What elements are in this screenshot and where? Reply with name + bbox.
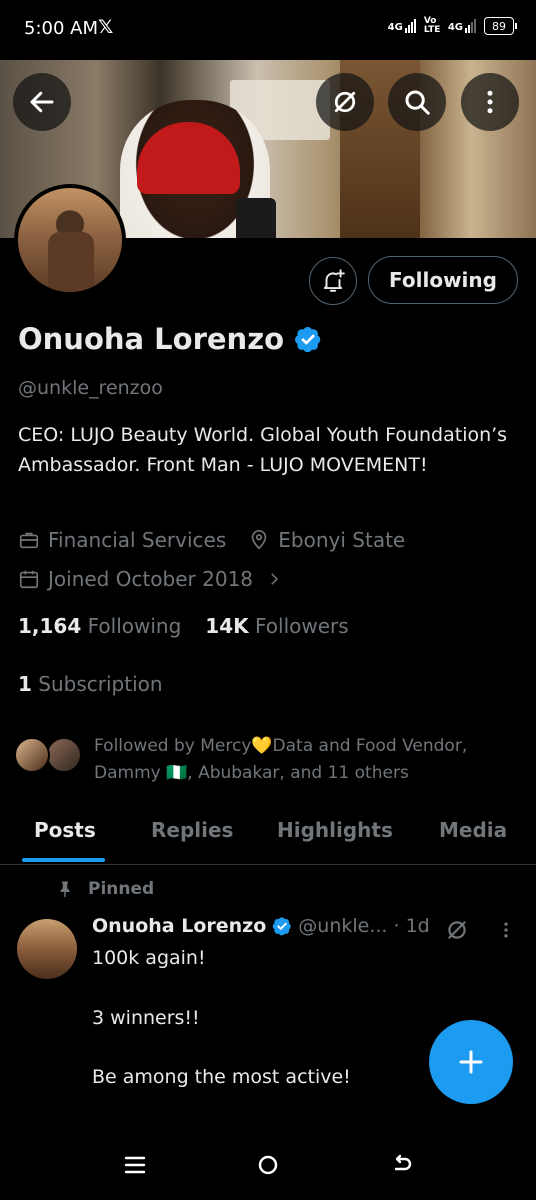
- post-text-line: 100k again!: [92, 947, 206, 969]
- grok-button[interactable]: [316, 73, 374, 131]
- plus-icon: [459, 1050, 483, 1074]
- grok-icon: [448, 921, 466, 939]
- follow-counts: 1,164 Following 14K Followers: [18, 614, 349, 638]
- verified-badge-icon[interactable]: [294, 325, 322, 353]
- briefcase-icon: [19, 532, 39, 549]
- volte-icon: Vo LTE: [423, 16, 441, 35]
- compose-post-button[interactable]: [429, 1020, 513, 1104]
- subscription-link[interactable]: 1 Subscription: [18, 672, 163, 696]
- tab-replies[interactable]: Replies: [151, 818, 233, 842]
- arrow-left-icon: [30, 91, 54, 113]
- pin-icon: [60, 881, 70, 898]
- followed-by-text: Followed by Mercy💛Data and Food Vendor, …: [94, 736, 468, 783]
- back-button[interactable]: [13, 73, 71, 131]
- search-icon: [405, 90, 430, 115]
- profile-joined-row[interactable]: Joined October 2018: [18, 567, 283, 591]
- post-author-name[interactable]: Onuoha Lorenzo: [92, 915, 266, 937]
- home-button[interactable]: [250, 1150, 286, 1180]
- back-arrow-icon: [394, 1154, 412, 1171]
- tab-highlights[interactable]: Highlights: [277, 818, 393, 842]
- post-text-line: 3 winners!!: [92, 1007, 200, 1029]
- avatar: [14, 737, 50, 773]
- more-vertical-icon: [504, 922, 508, 938]
- status-time: 5:00 AM: [24, 18, 98, 39]
- notifications-button[interactable]: [309, 257, 357, 305]
- profile-handle: @unkle_renzoo: [18, 377, 163, 399]
- signal-icon: 4G: [388, 19, 416, 33]
- following-count-link[interactable]: 1,164 Following: [18, 614, 181, 638]
- followed-by[interactable]: Followed by Mercy💛Data and Food Vendor, …: [14, 733, 514, 787]
- tab-posts[interactable]: Posts: [34, 818, 96, 842]
- profile-category: Financial Services: [48, 528, 227, 552]
- profile-location: Ebonyi State: [278, 528, 406, 552]
- tab-media[interactable]: Media: [439, 818, 507, 842]
- more-vertical-icon: [487, 90, 493, 114]
- post-grok-button[interactable]: [444, 917, 470, 947]
- menu-lines-icon: [124, 1156, 146, 1174]
- battery-icon: 89: [484, 17, 517, 35]
- followed-by-avatars: [14, 733, 86, 773]
- home-circle-icon: [258, 1155, 278, 1175]
- x-logo-icon: 𝕏: [98, 16, 114, 38]
- profile-joined: Joined October 2018: [48, 567, 254, 591]
- profile-name-text: Onuoha Lorenzo: [18, 322, 284, 356]
- profile-tabs: Posts Replies Highlights Media: [0, 800, 536, 865]
- grok-icon: [334, 91, 356, 113]
- system-navigation-bar: [0, 1130, 536, 1200]
- location-pin-icon: [252, 530, 267, 550]
- search-button[interactable]: [388, 73, 446, 131]
- profile-meta-row: Financial Services Ebonyi State: [18, 528, 405, 552]
- profile-name: Onuoha Lorenzo: [18, 322, 322, 356]
- recent-apps-button[interactable]: [117, 1150, 153, 1180]
- post-handle-time: @unkle... · 1d: [298, 915, 430, 937]
- post-more-button[interactable]: [496, 918, 516, 946]
- active-tab-indicator: [22, 858, 105, 862]
- signal-icon-2: 4G: [448, 19, 476, 33]
- status-bar: 5:00 AM 𝕏 4G Vo LTE 4G 89: [0, 0, 536, 60]
- following-button[interactable]: Following: [368, 256, 518, 304]
- back-nav-button[interactable]: [384, 1150, 420, 1180]
- profile-avatar[interactable]: [14, 184, 126, 296]
- post-text-line: Be among the most active!: [92, 1066, 351, 1088]
- more-options-button[interactable]: [461, 73, 519, 131]
- post-header: Onuoha Lorenzo @unkle... · 1d: [92, 915, 430, 937]
- status-indicators: 4G Vo LTE 4G 89: [388, 16, 517, 35]
- calendar-icon: [19, 570, 39, 589]
- followers-count-link[interactable]: 14K Followers: [205, 614, 348, 638]
- verified-badge-icon: [273, 917, 292, 936]
- bell-plus-icon: [323, 269, 345, 292]
- pinned-label: Pinned: [56, 879, 154, 899]
- avatar: [46, 737, 82, 773]
- chevron-right-icon: [271, 573, 279, 585]
- post-author-avatar[interactable]: [17, 919, 77, 979]
- profile-bio: CEO: LUJO Beauty World. Global Youth Fou…: [18, 424, 508, 476]
